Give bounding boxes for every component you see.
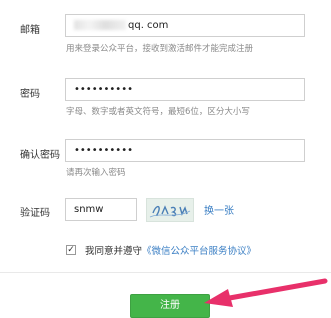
captcha-label: 验证码 <box>20 208 50 219</box>
password-field[interactable]: •••••••••• <box>65 78 305 101</box>
refresh-captcha-link[interactable]: 换一张 <box>204 202 234 217</box>
captcha-input[interactable]: snmw <box>65 198 137 221</box>
email-value: qq. com <box>128 20 169 31</box>
agreement-text: 我同意并遵守《微信公众平台服务协议》 <box>85 243 256 257</box>
divider <box>0 272 331 273</box>
captcha-glyphs <box>149 205 191 218</box>
email-field[interactable]: qq. com <box>65 14 305 37</box>
service-agreement-link[interactable]: 《微信公众平台服务协议》 <box>142 246 256 257</box>
confirm-password-hint: 请再次输入密码 <box>66 168 126 178</box>
register-button[interactable]: 注册 <box>130 294 210 318</box>
agreement-label: 我同意并遵守 <box>85 246 143 257</box>
email-hint: 用来登录公众平台，接收到激活邮件才能完成注册 <box>66 44 254 54</box>
password-label: 密码 <box>20 89 40 100</box>
redacted-email-mask <box>74 20 126 30</box>
agreement-checkbox[interactable]: ✓ <box>66 245 76 255</box>
password-hint: 字母、数字或者英文符号，最短6位，区分大小写 <box>66 107 250 117</box>
captcha-image[interactable] <box>146 198 194 222</box>
confirm-password-field[interactable]: •••••••••• <box>65 139 305 162</box>
email-label: 邮箱 <box>20 25 40 36</box>
confirm-password-label: 确认密码 <box>20 150 60 161</box>
